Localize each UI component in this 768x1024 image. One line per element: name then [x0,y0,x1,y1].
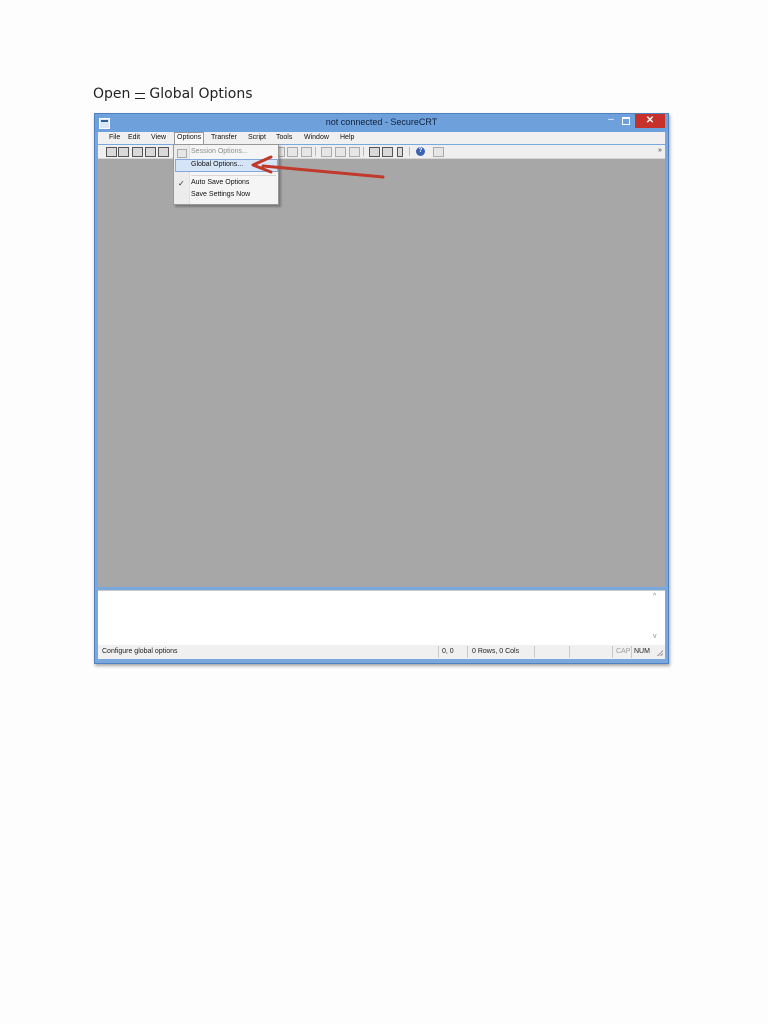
page-caption: Open Global Options [93,86,253,102]
caption-arrow-icon [135,93,146,99]
caption-open: Open [93,86,131,102]
securecrt-window: not connected - SecureCRT – ✕ File Edit … [94,113,669,664]
annotation-arrow-icon [251,155,385,179]
caption-global-options: Global Options [149,86,253,102]
